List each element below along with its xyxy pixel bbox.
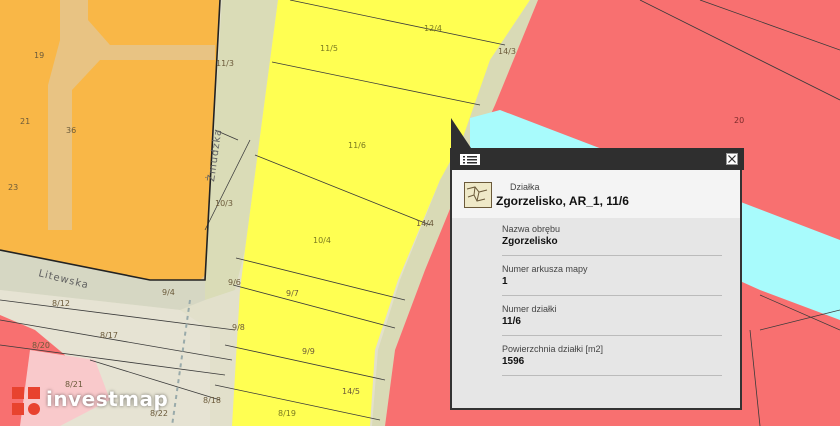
label-11-6: 11/6 [348,141,366,150]
label-10-4: 10/4 [313,236,331,245]
label-8-17: 8/17 [100,331,118,340]
popup-body: Działka Zgorzelisko, AR_1, 11/6 Nazwa ob… [452,170,740,408]
popup-header [450,148,744,170]
logo-text: investmap [46,387,169,411]
popup-pointer [451,118,471,148]
label-9-4: 9/4 [162,288,175,297]
label-9-9: 9/9 [302,347,315,356]
label-9-7: 9/7 [286,289,299,298]
label-9-6: 9/6 [228,278,241,287]
field-label: Numer działki [502,304,557,314]
label-11-5: 11/5 [320,44,338,53]
label-14-3: 14/3 [498,47,516,56]
label-21: 21 [20,117,30,126]
logo-mark-icon [12,387,40,415]
label-8-20: 8/20 [32,341,50,350]
field-label: Powierzchnia działki [m2] [502,344,604,354]
label-8-18: 8/18 [203,396,221,405]
field-value: 11/6 [502,316,521,327]
field-parcel-area: Powierzchnia działki [m2] 1596 [502,340,722,376]
parcel-orange-block[interactable] [0,0,220,280]
popup-category: Działka [510,182,540,192]
label-8-19: 8/19 [278,409,296,418]
parcel-map-icon [464,182,492,208]
field-value: 1 [502,276,508,287]
parcel-info-popup: Działka Zgorzelisko, AR_1, 11/6 Nazwa ob… [450,148,744,410]
popup-title-box: Działka Zgorzelisko, AR_1, 11/6 [452,170,740,218]
label-14-4: 14/4 [416,219,434,228]
investmap-logo[interactable]: investmap [10,383,190,419]
label-11-3: 11/3 [216,59,234,68]
label-20: 20 [734,116,744,125]
label-12-4: 12/4 [424,24,442,33]
label-23: 23 [8,183,18,192]
popup-title: Zgorzelisko, AR_1, 11/6 [496,194,629,208]
label-19: 19 [34,51,44,60]
field-value: 1596 [502,356,525,367]
label-36: 36 [66,126,76,135]
field-label: Nazwa obrębu [502,224,561,234]
label-8-12: 8/12 [52,299,70,308]
close-icon [728,155,736,163]
label-9-8: 9/8 [232,323,245,332]
label-10-3: 10/3 [215,199,233,208]
field-map-sheet: Numer arkusza mapy 1 [502,260,722,296]
list-icon[interactable] [460,154,480,165]
field-parcel-number: Numer działki 11/6 [502,300,722,336]
field-value: Zgorzelisko [502,236,558,247]
close-button[interactable] [726,153,738,165]
field-district: Nazwa obrębu Zgorzelisko [502,220,722,256]
label-14-5: 14/5 [342,387,360,396]
field-label: Numer arkusza mapy [502,264,588,274]
